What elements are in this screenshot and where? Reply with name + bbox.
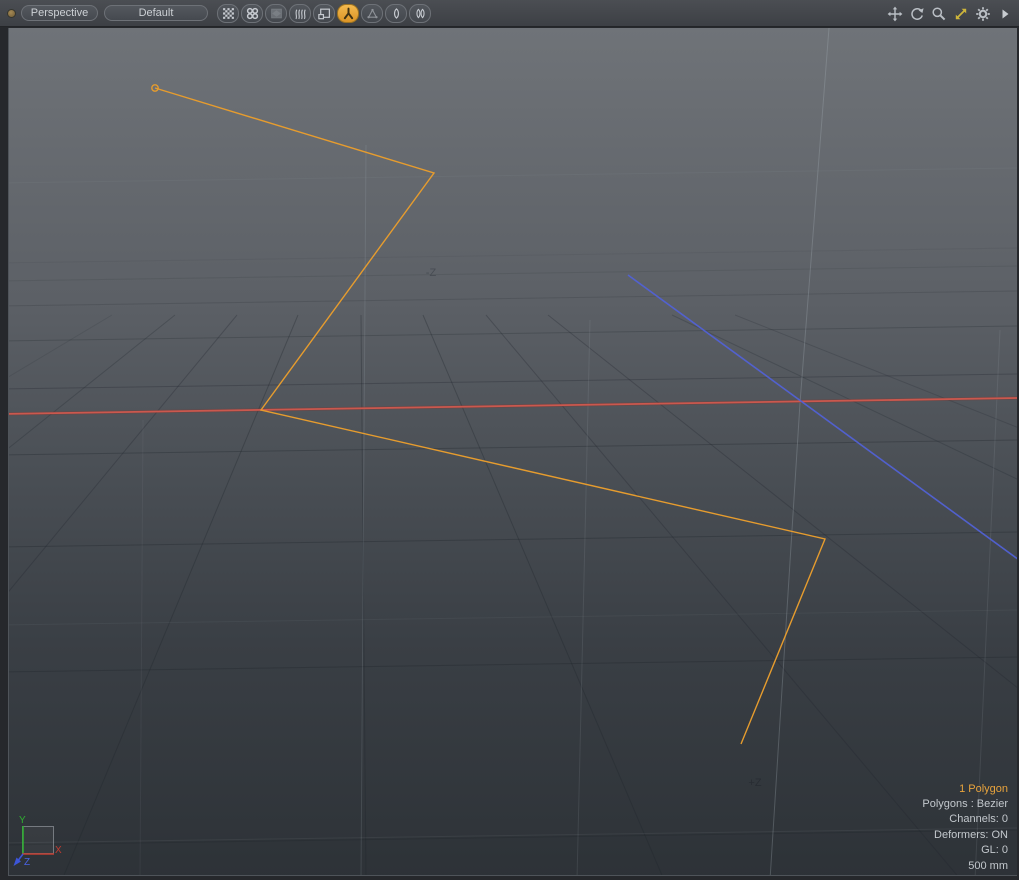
pan-button[interactable]: [886, 5, 903, 22]
gizmo-z-label: Z: [24, 857, 30, 868]
workplane-icon: [318, 7, 331, 20]
nav-controls: [886, 0, 1013, 27]
viewport-active-indicator[interactable]: [7, 9, 16, 18]
viewport-toolbar: Perspective Default: [0, 0, 1019, 27]
expand-arrow-icon: [1000, 8, 1010, 20]
wave-lines-icon: [294, 7, 307, 20]
lens-single-button[interactable]: [385, 4, 407, 23]
viewport-canvas[interactable]: -Z +Z Y X Z: [0, 0, 1019, 880]
expand-button[interactable]: [996, 5, 1013, 22]
dot-grid-icon: [246, 7, 259, 20]
axis-label-pos-z: +Z: [748, 777, 761, 789]
lens-double-icon: [414, 7, 427, 20]
vertex-pyramid-button[interactable]: [361, 4, 383, 23]
lens-double-button[interactable]: [409, 4, 431, 23]
shading-style-button[interactable]: Default: [104, 5, 208, 21]
pan-icon: [887, 6, 903, 22]
workplane-button[interactable]: [313, 4, 335, 23]
axis-widget-button[interactable]: [337, 4, 359, 23]
orbit-button[interactable]: [908, 5, 925, 22]
dot-grid-button[interactable]: [241, 4, 263, 23]
stat-gl: GL: 0: [922, 843, 1008, 858]
gizmo-x-label: X: [55, 845, 62, 856]
stat-selection: 1 Polygon: [922, 782, 1008, 797]
zoom-button[interactable]: [930, 5, 947, 22]
checker-pattern-icon: [222, 7, 235, 20]
vertex-pyramid-icon: [366, 7, 379, 20]
workplane-square: [23, 827, 54, 854]
settings-gear-icon: [975, 6, 991, 22]
shaded-square-icon: [270, 7, 283, 20]
gizmo-y-label: Y: [19, 815, 26, 826]
stat-channels: Channels: 0: [922, 812, 1008, 827]
maximize-icon: [953, 6, 969, 22]
shaded-square-button[interactable]: [265, 4, 287, 23]
viewport-background: [8, 28, 1017, 876]
settings-button[interactable]: [974, 5, 991, 22]
stat-grid-size: 500 mm: [922, 859, 1008, 874]
stat-polygon-type: Polygons : Bezier: [922, 797, 1008, 812]
wave-lines-button[interactable]: [289, 4, 311, 23]
orbit-icon: [909, 6, 925, 22]
lens-single-icon: [390, 7, 403, 20]
viewport-stats: 1 Polygon Polygons : Bezier Channels: 0 …: [922, 782, 1008, 874]
view-type-button[interactable]: Perspective: [21, 5, 98, 21]
stat-deformers: Deformers: ON: [922, 828, 1008, 843]
maximize-button[interactable]: [952, 5, 969, 22]
zoom-icon: [931, 6, 947, 22]
axis-label-neg-z: -Z: [426, 267, 437, 279]
axis-widget-icon: [342, 7, 355, 20]
checker-pattern-button[interactable]: [217, 4, 239, 23]
